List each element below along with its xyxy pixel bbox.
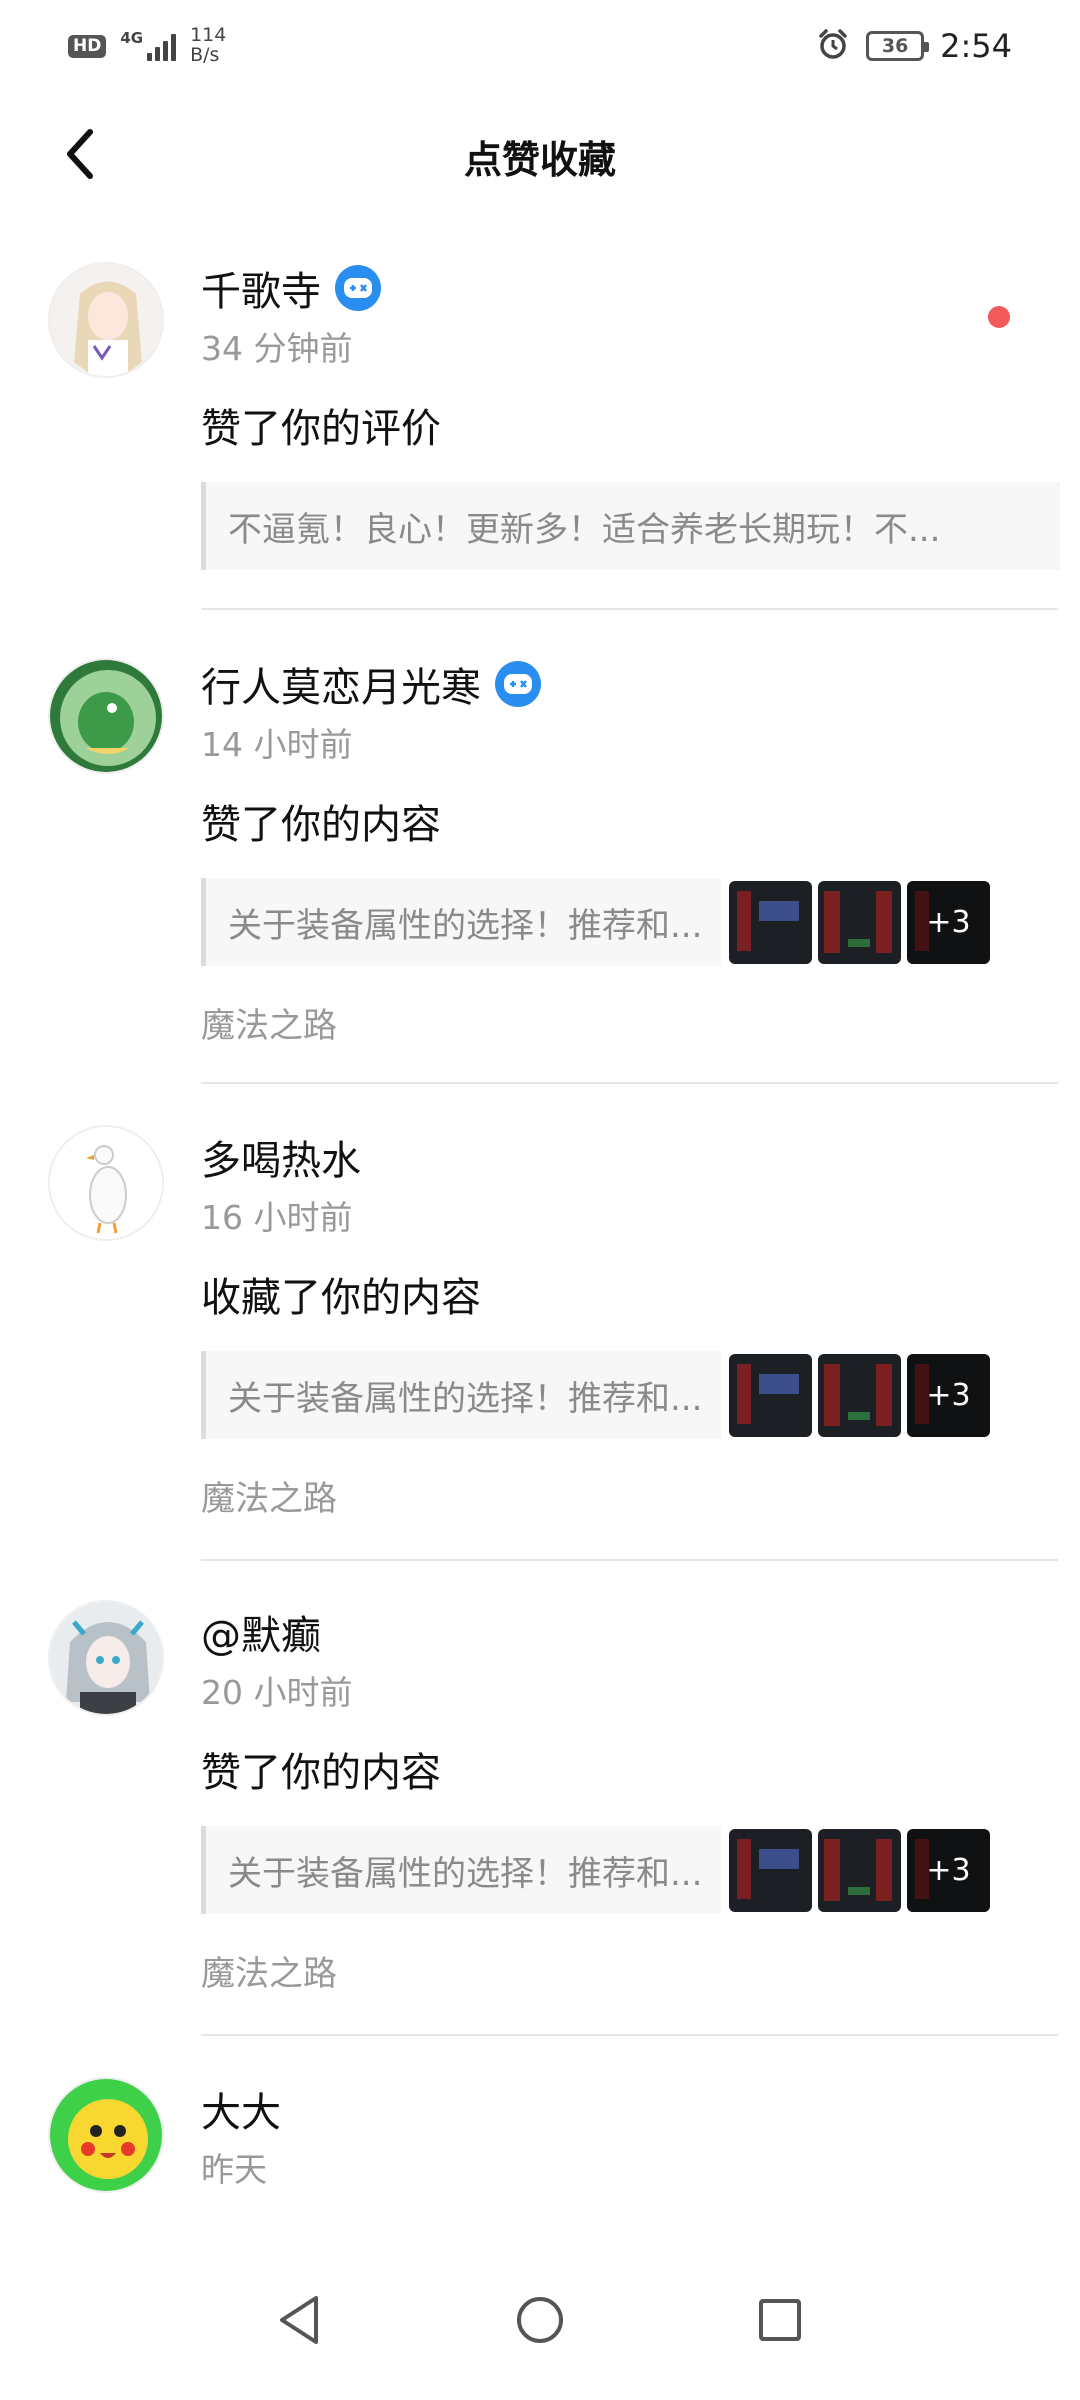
gamepad-badge-icon (495, 661, 541, 707)
thumbnail[interactable] (818, 880, 901, 964)
action-text: 赞了你的内容 (201, 802, 441, 848)
quoted-post[interactable]: 关于装备属性的选择！推荐和... (201, 1351, 721, 1439)
thumbnail-strip[interactable]: +3 (729, 880, 990, 964)
user-name[interactable]: 大大 (201, 2080, 281, 2138)
thumbnail[interactable]: +3 (907, 1353, 990, 1437)
thumbnail[interactable]: +3 (907, 880, 990, 964)
thumbnail[interactable] (818, 1353, 901, 1437)
avatar[interactable] (48, 2077, 164, 2193)
list-item[interactable]: 大大 昨天 (0, 2035, 1080, 2245)
avatar[interactable] (48, 1600, 164, 1716)
battery-icon: 36 (866, 31, 930, 61)
list-item[interactable]: @默癫 20 小时前 赞了你的内容 关于装备属性的选择！推荐和... +3 魔法… (0, 1560, 1080, 2036)
network-speed: 114 B/s (190, 24, 227, 66)
clock: 2:54 (940, 27, 1012, 65)
timestamp: 20 小时前 (201, 1673, 353, 1712)
game-tag[interactable]: 魔法之路 (201, 1946, 1060, 1995)
timestamp: 34 分钟前 (201, 329, 353, 368)
thumbnail-strip[interactable]: +3 (729, 1353, 990, 1437)
user-name[interactable]: @默癫 (201, 1603, 321, 1661)
avatar[interactable] (48, 658, 164, 774)
nav-back-button[interactable] (270, 2290, 330, 2350)
back-arrow-icon (67, 129, 93, 179)
avatar[interactable] (48, 262, 164, 378)
thumbnail[interactable] (729, 1828, 812, 1912)
avatar[interactable] (48, 1125, 164, 1241)
alarm-icon (816, 27, 850, 65)
list-item[interactable]: 行人莫恋月光寒 14 小时前 赞了你的内容 关于装备属性的选择！推荐和... +… (0, 610, 1080, 1085)
thumbnail[interactable] (729, 1353, 812, 1437)
triangle-back-icon (280, 2296, 318, 2344)
more-images-count: +3 (907, 1353, 990, 1437)
thumbnail[interactable]: +3 (907, 1828, 990, 1912)
game-tag[interactable]: 魔法之路 (201, 998, 1060, 1047)
status-right: 36 2:54 (816, 27, 1012, 65)
status-left: HD 4G 114 B/s (68, 24, 227, 66)
system-nav-bar (0, 2240, 1080, 2400)
status-bar: HD 4G 114 B/s 36 2:54 (0, 0, 1080, 92)
hd-indicator: HD (68, 34, 107, 58)
more-images-count: +3 (907, 880, 990, 964)
nav-home-button[interactable] (510, 2290, 570, 2350)
more-images-count: +3 (907, 1828, 990, 1912)
list-item[interactable]: 千歌寺 34 分钟前 赞了你的评价 不逼氪！良心！更新多！适合养老长期玩！不..… (0, 220, 1080, 610)
network-type: 4G (120, 29, 144, 47)
nav-recents-button[interactable] (750, 2290, 810, 2350)
gamepad-badge-icon (335, 265, 381, 311)
user-name[interactable]: 千歌寺 (201, 259, 321, 317)
notification-list: 千歌寺 34 分钟前 赞了你的评价 不逼氪！良心！更新多！适合养老长期玩！不..… (0, 220, 1080, 2193)
page-title: 点赞收藏 (463, 137, 616, 182)
thumbnail[interactable] (729, 880, 812, 964)
timestamp: 16 小时前 (201, 1198, 353, 1237)
circle-home-icon (517, 2297, 563, 2343)
action-text: 收藏了你的内容 (201, 1275, 481, 1321)
signal-icon: 4G (120, 29, 177, 61)
back-button[interactable] (50, 124, 110, 184)
divider (201, 1082, 1058, 1084)
thumbnail-strip[interactable]: +3 (729, 1828, 990, 1912)
action-text: 赞了你的内容 (201, 1750, 441, 1796)
action-text: 赞了你的评价 (201, 406, 441, 452)
list-item[interactable]: 多喝热水 16 小时前 收藏了你的内容 关于装备属性的选择！推荐和... +3 … (0, 1085, 1080, 1561)
app-screen: HD 4G 114 B/s 36 2:54 点赞收藏 千歌寺 34 分钟前 赞了… (0, 0, 1080, 2400)
quoted-post[interactable]: 关于装备属性的选择！推荐和... (201, 878, 721, 966)
thumbnail[interactable] (818, 1828, 901, 1912)
game-tag[interactable]: 魔法之路 (201, 1471, 1060, 1520)
square-recents-icon (759, 2299, 801, 2341)
quoted-post[interactable]: 关于装备属性的选择！推荐和... (201, 1826, 721, 1914)
user-name[interactable]: 多喝热水 (201, 1128, 361, 1186)
top-app-bar: 点赞收藏 (0, 92, 1080, 220)
quoted-review[interactable]: 不逼氪！良心！更新多！适合养老长期玩！不... (201, 482, 1060, 570)
timestamp: 昨天 (201, 2150, 267, 2189)
user-name[interactable]: 行人莫恋月光寒 (201, 655, 481, 713)
timestamp: 14 小时前 (201, 725, 353, 764)
